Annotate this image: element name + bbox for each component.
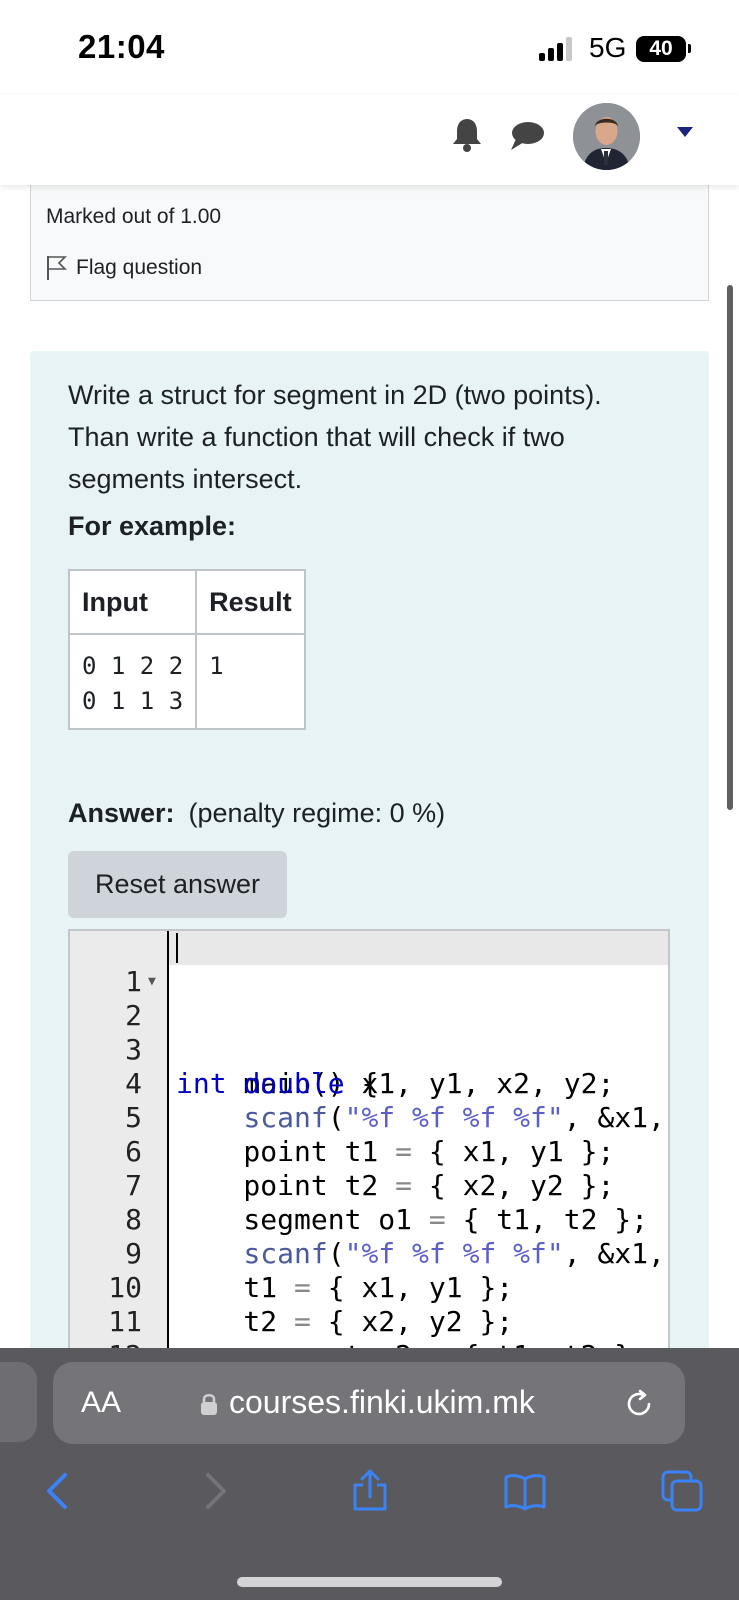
question-panel: Write a struct for segment in 2D (two po… <box>30 351 709 1369</box>
reload-icon[interactable] <box>623 1388 655 1420</box>
code-line: 8 scanf("%f %f %f %f", &x1, <box>70 1169 668 1270</box>
code-editor[interactable]: 1 2 ▼ int main() { 3 double x1, y1, x2, … <box>68 929 670 1369</box>
aa-label: AA <box>81 1386 122 1419</box>
reader-settings-button[interactable]: AA <box>81 1386 121 1420</box>
network-type: 5G <box>589 32 627 63</box>
example-input: 0 1 2 2 0 1 1 3 <box>67 633 198 730</box>
question-info-box: Marked out of 1.00 Flag question <box>30 170 709 301</box>
fold-arrow-icon[interactable]: ▼ <box>148 965 156 999</box>
example-label: For example: <box>68 511 237 541</box>
avatar[interactable] <box>573 103 640 170</box>
browser-toolbar: AA courses.finki.ukim.mk <box>0 1348 739 1600</box>
share-icon[interactable] <box>348 1469 392 1513</box>
table-header-result: Result <box>195 569 306 635</box>
previous-tab-peek[interactable] <box>0 1362 37 1442</box>
marked-out-of: Marked out of 1.00 <box>46 205 222 228</box>
code-line: 11 segment o2 = { t1, t2 }; <box>70 1271 668 1367</box>
code-line: 6 point t2 = { x2, y2 }; <box>70 1101 668 1202</box>
address-bar[interactable]: AA courses.finki.ukim.mk <box>53 1362 685 1444</box>
example-table: Input Result 0 1 2 2 0 1 1 3 1 <box>67 569 306 730</box>
code-line: 5 point t1 = { x1, y1 }; <box>70 1067 668 1168</box>
flag-question-link[interactable]: Flag question <box>46 255 202 281</box>
answer-label: Answer: <box>68 798 175 828</box>
answer-line: Answer: (penalty regime: 0 %) <box>68 798 445 829</box>
home-indicator <box>237 1577 502 1587</box>
top-navbar <box>0 95 739 185</box>
flag-question-label: Flag question <box>76 256 203 279</box>
chevron-down-icon[interactable] <box>677 127 693 137</box>
code-line: 9 t1 = { x1, y1 }; <box>70 1203 668 1304</box>
battery-nub <box>688 44 691 53</box>
back-icon[interactable] <box>36 1469 80 1513</box>
code-line: 2 ▼ int main() { <box>70 965 668 1100</box>
bookmarks-icon[interactable] <box>503 1469 547 1513</box>
url-text: courses.finki.ukim.mk <box>229 1384 535 1420</box>
code-line: 4 scanf("%f %f %f %f", &x1, <box>70 1033 668 1134</box>
signal-icon <box>539 37 577 61</box>
code-line: 7 segment o1 = { t1, t2 }; <box>70 1135 668 1236</box>
lock-icon <box>201 1394 217 1415</box>
question-text: Write a struct for segment in 2D (two po… <box>68 380 602 494</box>
status-bar: 21:04 5G 40 <box>0 0 739 95</box>
penalty-regime: (penalty regime: 0 %) <box>188 798 446 828</box>
status-time: 21:04 <box>78 28 165 65</box>
code-line: 1 <box>70 931 668 998</box>
code-line: 3 double x1, y1, x2, y2; <box>70 999 668 1100</box>
table-header-input: Input <box>67 569 198 635</box>
example-result: 1 <box>195 633 306 730</box>
code-line: 12 printf("%d\n", intersect( <box>70 1305 668 1367</box>
code-line: 10 t2 = { x2, y2 }; <box>70 1237 668 1338</box>
chat-icon[interactable] <box>510 120 544 152</box>
forward-icon[interactable] <box>193 1469 237 1513</box>
bell-icon[interactable] <box>452 117 482 153</box>
reset-answer-button[interactable]: Reset answer <box>68 851 287 918</box>
flag-icon <box>47 256 67 280</box>
battery-icon: 40 <box>636 36 686 62</box>
tabs-icon[interactable] <box>660 1469 704 1513</box>
table-row: 0 1 2 2 0 1 1 3 1 <box>67 633 306 730</box>
page-scrollbar[interactable] <box>727 285 733 810</box>
